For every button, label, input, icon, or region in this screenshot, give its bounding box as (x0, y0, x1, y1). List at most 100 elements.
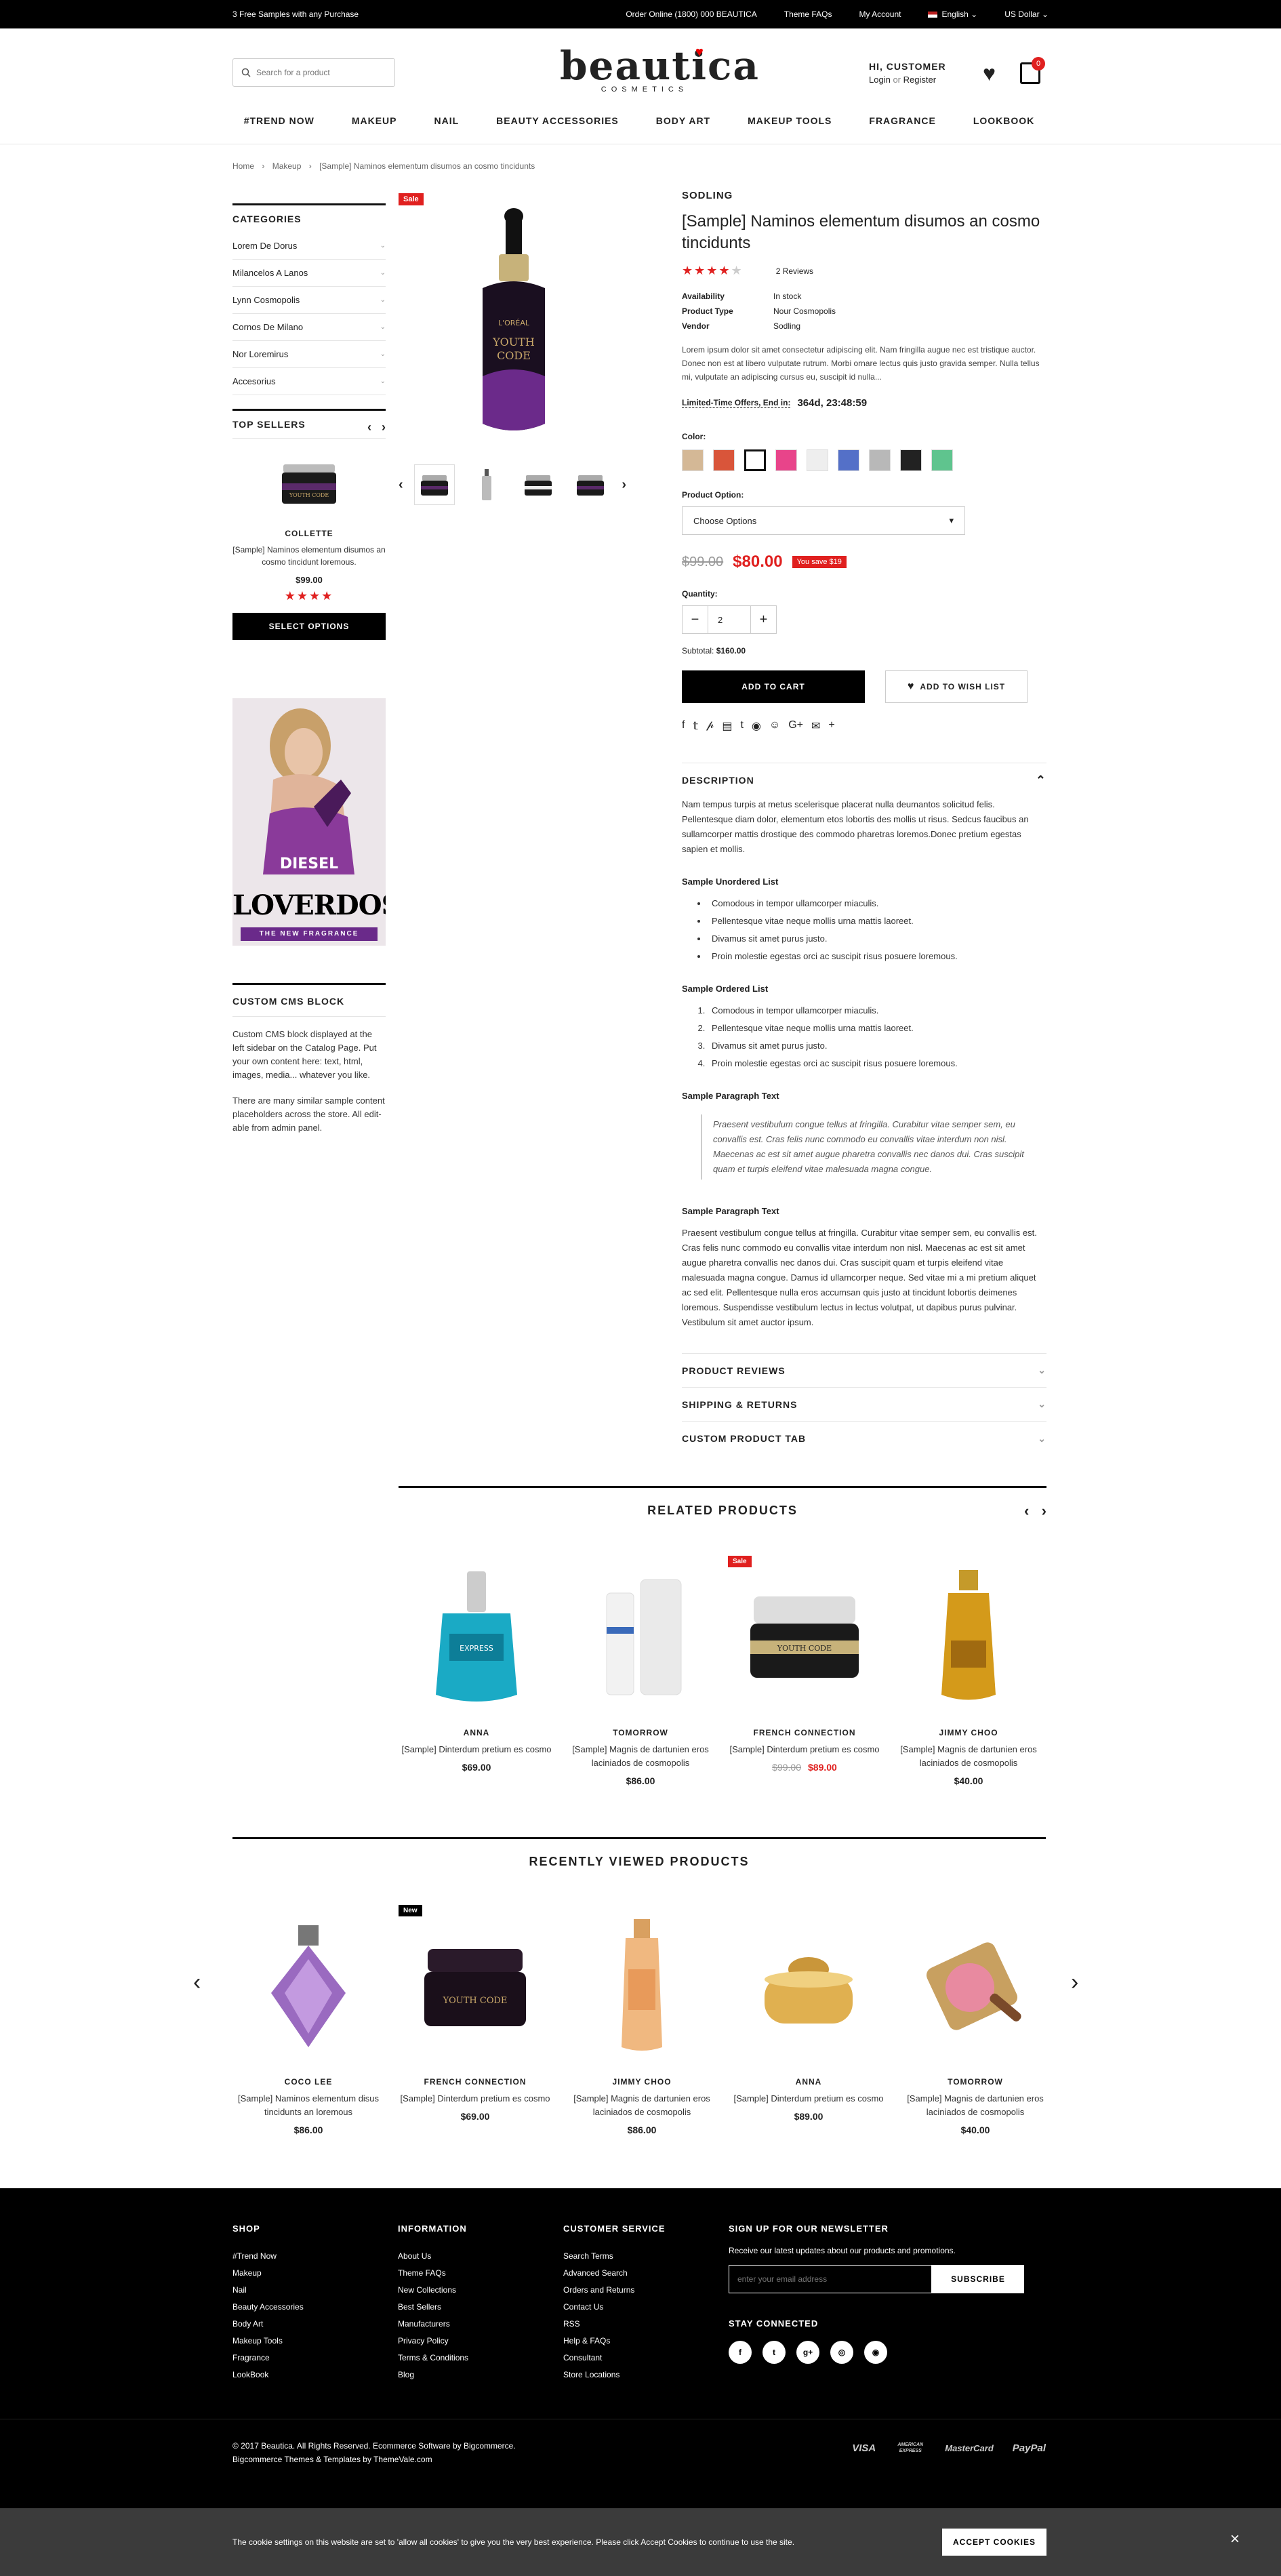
rss-icon[interactable]: ◉ (864, 2341, 887, 2364)
footer-link[interactable]: Contact Us (563, 2302, 666, 2312)
add-to-wishlist-button[interactable]: ♥ ADD TO WISH LIST (885, 670, 1028, 703)
color-swatch[interactable] (713, 449, 735, 471)
category-item[interactable]: Lynn Cosmopolis ⌄ (232, 287, 386, 314)
color-swatch[interactable] (900, 449, 922, 471)
close-icon[interactable]: × (1230, 2530, 1240, 2549)
footer-link[interactable]: Best Sellers (398, 2302, 468, 2312)
nav-item[interactable]: NAIL (434, 115, 460, 126)
subscribe-button[interactable]: SUBSCRIBE (932, 2265, 1024, 2293)
tab-custom-product[interactable]: CUSTOM PRODUCT TAB ⌄ (682, 1422, 1046, 1455)
category-item[interactable]: Accesorius ⌄ (232, 368, 386, 395)
category-item[interactable]: Nor Loremirus ⌄ (232, 341, 386, 368)
footer-link[interactable]: Privacy Policy (398, 2336, 468, 2346)
google-plus-icon[interactable]: G+ (788, 719, 803, 733)
prev-arrow-icon[interactable]: ‹ (1024, 1502, 1029, 1519)
tab-shipping-returns[interactable]: SHIPPING & RETURNS ⌄ (682, 1388, 1046, 1422)
product-card[interactable]: JIMMY CHOO [Sample] Magnis de dartunien … (891, 1556, 1046, 1786)
footer-link[interactable]: Consultant (563, 2353, 666, 2362)
next-arrow-icon[interactable]: › (1042, 1502, 1046, 1519)
product-card[interactable]: Sale YOUTH CODE FRENCH CONNECTION [Sampl… (727, 1556, 882, 1773)
footer-link[interactable]: Orders and Returns (563, 2285, 666, 2295)
product-card[interactable]: JIMMY CHOO [Sample] Magnis de dartunien … (564, 1905, 720, 2135)
footer-link[interactable]: Makeup Tools (232, 2336, 304, 2346)
nav-item[interactable]: LOOKBOOK (973, 115, 1034, 126)
reddit-icon[interactable]: ☺ (769, 719, 780, 733)
newsletter-email-input[interactable] (729, 2265, 932, 2293)
next-arrow-icon[interactable]: › (382, 420, 386, 434)
product-card[interactable]: ANNA [Sample] Dinterdum pretium es cosmo… (731, 1905, 887, 2122)
nav-item[interactable]: #TREND NOW (244, 115, 314, 126)
tab-description[interactable]: DESCRIPTION ⌃ (682, 763, 1046, 797)
footer-link[interactable]: #Trend Now (232, 2251, 304, 2261)
footer-link[interactable]: Beauty Accessories (232, 2302, 304, 2312)
next-arrow-icon[interactable]: › (622, 477, 626, 493)
footer-link[interactable]: LookBook (232, 2370, 304, 2379)
reviews-link[interactable]: 2 Reviews (776, 266, 813, 276)
currency-selector[interactable]: US Dollar ⌄ (1004, 9, 1049, 19)
nav-item[interactable]: MAKEUP (352, 115, 397, 126)
my-account-link[interactable]: My Account (859, 9, 901, 19)
increase-button[interactable]: + (751, 606, 776, 633)
facebook-icon[interactable]: f (729, 2341, 752, 2364)
product-card[interactable]: TOMORROW [Sample] Magnis de dartunien er… (563, 1556, 718, 1786)
pinterest-icon[interactable]: 𝓅 (706, 719, 714, 733)
promo-banner[interactable]: DIESEL LOVERDOSE THE NEW FRAGRANCE (232, 698, 386, 946)
theme-faqs-link[interactable]: Theme FAQs (784, 9, 832, 19)
add-to-cart-button[interactable]: ADD TO CART (682, 670, 865, 703)
product-card[interactable]: COCO LEE [Sample] Naminos elementum disu… (230, 1905, 386, 2135)
login-link[interactable]: Login (869, 75, 891, 85)
footer-link[interactable]: Makeup (232, 2268, 304, 2278)
prev-arrow-icon[interactable]: ‹ (399, 477, 403, 493)
footer-link[interactable]: Theme FAQs (398, 2268, 468, 2278)
twitter-icon[interactable]: t (762, 2341, 786, 2364)
breadcrumb-home[interactable]: Home (232, 161, 254, 171)
product-name[interactable]: COLLETTE (232, 529, 386, 538)
product-option-select[interactable]: Choose Options ▾ (682, 506, 965, 535)
prev-arrow-icon[interactable]: ‹ (367, 420, 371, 434)
language-selector[interactable]: English ⌄ (928, 9, 977, 19)
select-options-button[interactable]: SELECT OPTIONS (232, 613, 386, 640)
product-main-image[interactable]: Sale L'ORÉAL YOUTH CODE (399, 193, 626, 451)
register-link[interactable]: Register (903, 75, 936, 85)
prev-arrow-icon[interactable]: ‹ (193, 1969, 201, 1996)
nav-item[interactable]: MAKEUP TOOLS (748, 115, 832, 126)
category-item[interactable]: Cornos De Milano ⌄ (232, 314, 386, 341)
order-online-link[interactable]: Order Online (1800) 000 BEAUTICA (626, 9, 756, 19)
footer-link[interactable]: Blog (398, 2370, 468, 2379)
google-plus-icon[interactable]: g+ (796, 2341, 819, 2364)
search-box[interactable] (232, 58, 395, 87)
tumblr-icon[interactable]: t (740, 719, 743, 733)
footer-link[interactable]: New Collections (398, 2285, 468, 2295)
color-swatch[interactable] (807, 449, 828, 471)
search-input[interactable] (256, 68, 378, 77)
product-card[interactable]: EXPRESS ANNA [Sample] Dinterdum pretium … (399, 1556, 554, 1773)
color-swatch[interactable] (744, 449, 766, 471)
more-share-icon[interactable]: + (828, 719, 834, 733)
decrease-button[interactable]: − (683, 606, 708, 633)
thumbnail[interactable] (518, 464, 558, 505)
footer-link[interactable]: Fragrance (232, 2353, 304, 2362)
facebook-icon[interactable]: f (682, 719, 685, 733)
product-brand[interactable]: SODLING (682, 190, 1046, 201)
footer-link[interactable]: Terms & Conditions (398, 2353, 468, 2362)
product-card[interactable]: New YOUTH CODE FRENCH CONNECTION [Sample… (397, 1905, 553, 2122)
thumbnail[interactable] (570, 464, 611, 505)
nav-item[interactable]: FRAGRANCE (869, 115, 935, 126)
product-card[interactable]: TOMORROW [Sample] Magnis de dartunien er… (897, 1905, 1053, 2135)
next-arrow-icon[interactable]: › (1071, 1969, 1078, 1996)
color-swatch[interactable] (775, 449, 797, 471)
footer-link[interactable]: About Us (398, 2251, 468, 2261)
footer-link[interactable]: RSS (563, 2319, 666, 2329)
nav-item[interactable]: BEAUTY ACCESSORIES (496, 115, 619, 126)
footer-link[interactable]: Help & FAQs (563, 2336, 666, 2346)
thumbnail[interactable] (466, 464, 507, 505)
footer-link[interactable]: Body Art (232, 2319, 304, 2329)
email-icon[interactable]: ✉ (811, 719, 820, 733)
stumble-icon[interactable]: ◉ (752, 719, 761, 733)
wishlist-heart-icon[interactable]: ♥ (983, 61, 996, 86)
footer-link[interactable]: Manufacturers (398, 2319, 468, 2329)
footer-link[interactable]: Advanced Search (563, 2268, 666, 2278)
nav-item[interactable]: BODY ART (656, 115, 710, 126)
instagram-icon[interactable]: ◎ (830, 2341, 853, 2364)
footer-link[interactable]: Search Terms (563, 2251, 666, 2261)
